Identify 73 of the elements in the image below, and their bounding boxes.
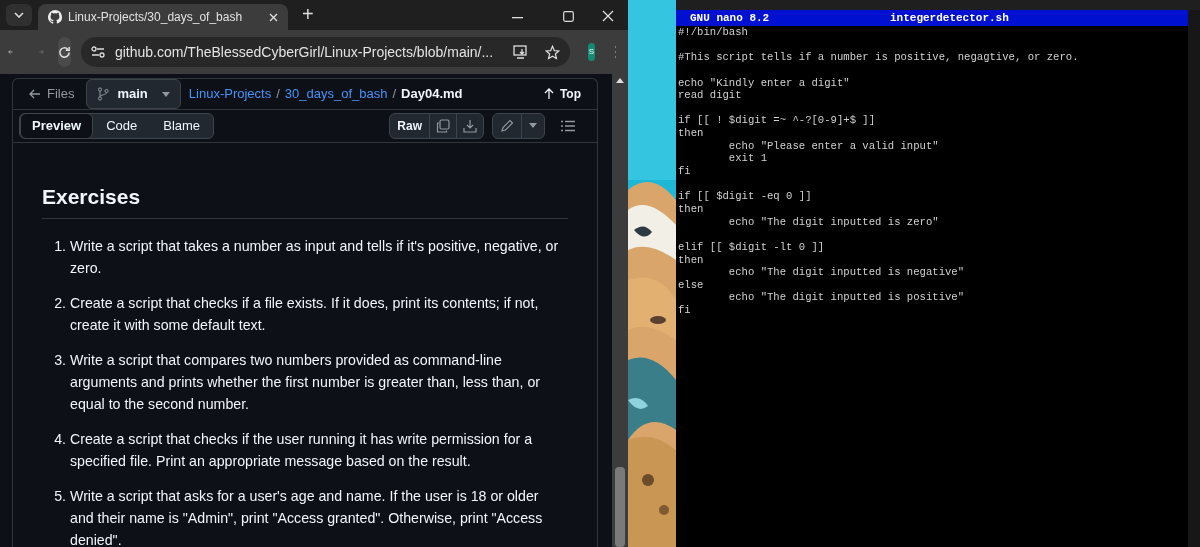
maximize-icon[interactable] <box>563 11 574 22</box>
outline-icon[interactable] <box>561 119 575 132</box>
branch-icon <box>97 87 110 101</box>
profile-avatar[interactable]: S <box>588 43 595 61</box>
section-heading: Exercises <box>42 180 568 219</box>
new-tab-button[interactable]: + <box>302 4 314 24</box>
code-line: then <box>678 253 704 266</box>
site-settings-icon <box>90 46 105 58</box>
code-line: if [[ ! $digit =~ ^-?[0-9]+$ ]] <box>678 114 876 127</box>
view-tab[interactable]: Blame <box>150 113 214 138</box>
install-app-icon[interactable] <box>513 45 530 59</box>
code-line: exit 1 <box>727 152 767 165</box>
code-line: #This script tells if a number is positive, negagtive, or zero. <box>678 51 1079 64</box>
url-text: github.com/TheBlessedCyberGirl/Linux-Projects/blob/main/... <box>114 42 494 62</box>
code-line: if [[ $digit -eq 0 ]] <box>678 190 812 203</box>
tab-search-button[interactable] <box>6 4 32 26</box>
github-icon <box>48 10 62 24</box>
list-number: 2. <box>53 294 67 313</box>
branch-selector[interactable]: main <box>86 79 181 109</box>
code-line: read digit <box>678 89 742 102</box>
scrollbar[interactable] <box>612 74 628 547</box>
top-button[interactable]: Top <box>543 85 581 103</box>
reload-button[interactable] <box>57 37 71 67</box>
scroll-up-icon[interactable] <box>616 78 624 83</box>
list-number: 1. <box>53 237 67 256</box>
caret-icon <box>161 91 170 97</box>
reload-icon <box>57 45 71 59</box>
list-item-text: Create a script that checks if a file exists. If it does, print its contents; if not, create it with some default text. <box>70 294 540 335</box>
file-name: integerdetector.sh <box>890 10 1009 26</box>
code-line: elif [[ $digit -lt 0 ]] <box>678 240 825 253</box>
back-arrow-icon <box>29 89 41 99</box>
code-line: #!/bin/bash <box>678 26 748 38</box>
code-line: fi <box>678 165 691 178</box>
scrollbar-thumb[interactable] <box>615 467 625 547</box>
list-number: 4. <box>53 430 67 449</box>
address-bar[interactable]: github.com/TheBlessedCyberGirl/Linux-Projects/blob/main/... <box>80 37 571 67</box>
code-line: echo "The digit inputted is zero" <box>727 215 939 228</box>
download-icon <box>463 118 477 133</box>
list-number: 5. <box>53 487 67 506</box>
caret-icon <box>529 123 537 129</box>
list-number: 3. <box>53 351 67 370</box>
minimize-icon[interactable] <box>512 17 523 19</box>
code-line: fi <box>678 304 691 317</box>
code-line: then <box>678 127 704 140</box>
path-separator: / <box>276 85 280 104</box>
copy-icon <box>436 118 450 133</box>
close-icon[interactable] <box>602 10 614 22</box>
list-item-text: Create a script that checks if the user running it has write permission for a specified file. Print an appropriate message based on the result. <box>70 430 534 471</box>
chevron-down-icon <box>14 12 24 18</box>
view-tab[interactable]: Preview <box>20 112 94 139</box>
up-arrow-icon <box>543 88 554 100</box>
code-line: echo "The digit inputted is negative" <box>727 266 965 279</box>
view-tab[interactable]: Code <box>93 113 151 138</box>
editor-version: GNU nano 8.2 <box>690 10 771 26</box>
star-icon[interactable] <box>545 44 561 60</box>
code-line: echo "Kindly enter a digit" <box>678 76 850 89</box>
files-button[interactable]: Files <box>29 84 75 104</box>
close-icon[interactable] <box>269 12 278 22</box>
breadcrumb-link[interactable]: Linux-Projects <box>188 84 272 104</box>
code-line: then <box>678 202 704 215</box>
list-item-text: Write a script that takes a number as input and tells if it's positive, negative, or zero. <box>70 237 560 278</box>
code-line: else <box>678 278 704 291</box>
code-line: echo "The digit inputted is positive" <box>727 291 965 304</box>
pencil-icon <box>500 118 514 133</box>
list-item-text: Write a script that compares two numbers provided as command-line arguments and prints whether the first number is greater than, less than, or equal to the second number. <box>70 351 541 414</box>
code-line: echo "Please enter a valid input" <box>727 139 939 152</box>
tab-title: Linux-Projects/30_days_of_bash <box>68 9 244 26</box>
browser-tab[interactable]: Linux-Projects/30_days_of_bash <box>38 4 288 30</box>
current-file-name: Day04.md <box>401 85 463 104</box>
path-separator: / <box>392 85 397 104</box>
list-item-text: Write a script that asks for a user's age and name. If the user is 18 or older and their name is "Admin", print "Access granted". Otherwise, print "Access denied". <box>70 487 544 547</box>
scrollbar[interactable] <box>1188 10 1200 547</box>
breadcrumb-link[interactable]: 30_days_of_bash <box>284 84 388 104</box>
